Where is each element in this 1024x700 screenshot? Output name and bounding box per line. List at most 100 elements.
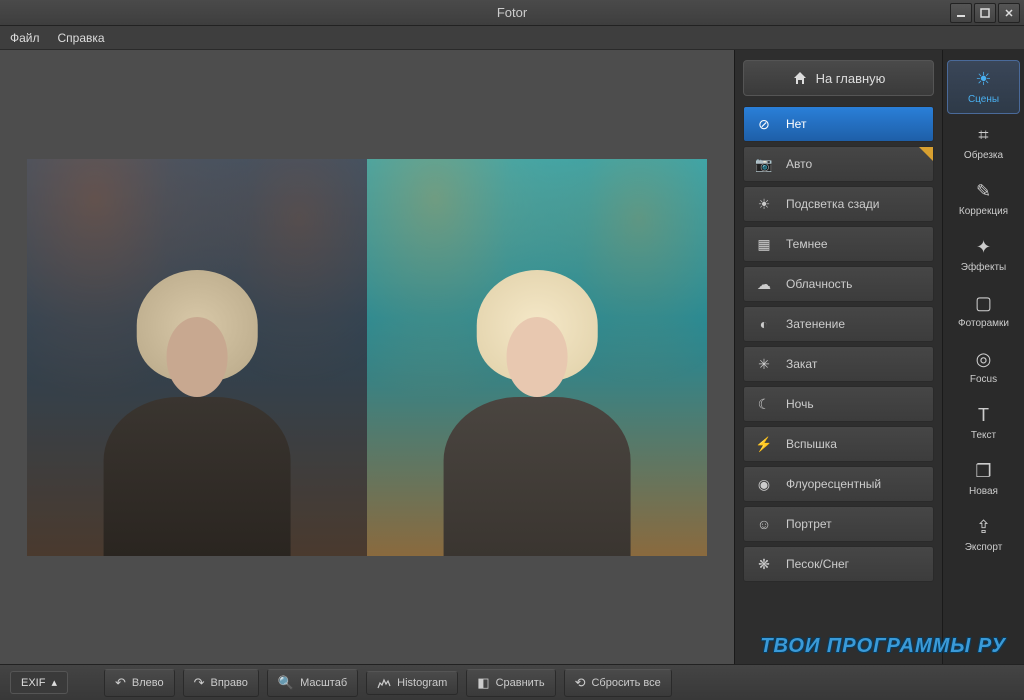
exif-label: EXIF [21, 677, 45, 689]
scene-icon: ☀ [754, 194, 774, 214]
scene-item[interactable]: ❋ Песок/Снег [743, 546, 934, 582]
tool-tab[interactable]: ▢ Фоторамки [947, 284, 1020, 338]
home-button-label: На главную [816, 71, 886, 86]
reset-label: Сбросить все [591, 677, 660, 689]
reset-button[interactable]: ⟲ Сбросить все [564, 669, 672, 697]
scene-icon: ⊘ [754, 114, 774, 134]
scene-label: Затенение [786, 317, 845, 331]
scene-icon: ⚡ [754, 434, 774, 454]
tool-tab[interactable]: ✦Эффекты [947, 228, 1020, 282]
scene-item[interactable]: ▦Темнее [743, 226, 934, 262]
tool-tab[interactable]: ❐Новая [947, 452, 1020, 506]
tool-label: Фоторамки [958, 318, 1009, 329]
scene-label: Вспышка [786, 437, 837, 451]
main-area: На главную ⊘ Нет 📷 Авто ☀Подсветка сзади ▦Тем… [0, 50, 1024, 664]
scene-item[interactable]: ☺ Портрет [743, 506, 934, 542]
tool-label: Эффекты [961, 262, 1006, 273]
tool-label: Коррекция [959, 206, 1008, 217]
menubar: Файл Справка [0, 26, 1024, 50]
tool-tab[interactable]: ⇪ Экспорт [947, 508, 1020, 562]
scene-icon: ☺ [754, 514, 774, 534]
close-button[interactable] [998, 3, 1020, 23]
minimize-button[interactable] [950, 3, 972, 23]
scene-label: Нет [786, 117, 806, 131]
tool-icon: ☀ [975, 69, 991, 90]
zoom-label: Масштаб [300, 677, 347, 689]
scene-label: Облачность [786, 277, 852, 291]
bottom-toolbar: EXIF ▴ ↶ Влево ↷ Вправо 🔍 Масштаб Histogram… [0, 664, 1024, 700]
exif-button[interactable]: EXIF ▴ [10, 671, 68, 694]
scene-icon: ◐ [754, 314, 774, 334]
tool-icon: ▢ [975, 293, 992, 314]
app-title: Fotor [497, 5, 527, 20]
chevron-up-icon: ▴ [51, 676, 57, 689]
zoom-button[interactable]: 🔍 Масштаб [267, 669, 358, 697]
scene-item[interactable]: ⊘ Нет [743, 106, 934, 142]
tool-label: Focus [970, 374, 997, 385]
rotate-right-button[interactable]: ↷ Вправо [183, 669, 259, 697]
titlebar: Fotor [0, 0, 1024, 26]
scene-item[interactable]: ✳ Закат [743, 346, 934, 382]
rotate-left-button[interactable]: ↶ Влево [104, 669, 175, 697]
tool-icon: ⌗ [978, 125, 988, 146]
scene-item[interactable]: ☀Подсветка сзади [743, 186, 934, 222]
compare-label: Сравнить [496, 677, 545, 689]
tool-tab[interactable]: ✎ Коррекция [947, 172, 1020, 226]
menu-help[interactable]: Справка [58, 31, 105, 45]
scene-icon: ☾ [754, 394, 774, 414]
scene-item[interactable]: ☾ Ночь [743, 386, 934, 422]
tool-tab[interactable]: ☀ Сцены [947, 60, 1020, 114]
scene-icon: ◉ [754, 474, 774, 494]
scene-icon: ✳ [754, 354, 774, 374]
scene-icon: 📷 [754, 154, 774, 174]
home-button[interactable]: На главную [743, 60, 934, 96]
canvas-area [0, 50, 734, 664]
scene-label: Ночь [786, 397, 814, 411]
tool-icon: ⇪ [976, 517, 991, 538]
tool-tab[interactable]: ◎ Focus [947, 340, 1020, 394]
tool-icon: T [978, 405, 989, 426]
histogram-label: Histogram [397, 677, 447, 689]
menu-file[interactable]: Файл [10, 31, 40, 45]
rotate-right-icon: ↷ [194, 675, 205, 691]
tool-tab[interactable]: ⌗ Обрезка [947, 116, 1020, 170]
scene-label: Закат [786, 357, 817, 371]
tool-icon: ✎ [976, 181, 991, 202]
window-controls [950, 3, 1020, 23]
scene-label: Песок/Снег [786, 557, 849, 571]
scene-item[interactable]: ⚡ Вспышка [743, 426, 934, 462]
rotate-right-label: Вправо [211, 677, 248, 689]
zoom-icon: 🔍 [278, 675, 294, 691]
scene-icon: ☁ [754, 274, 774, 294]
rotate-left-icon: ↶ [115, 675, 126, 691]
scene-icon: ❋ [754, 554, 774, 574]
image-before [27, 159, 367, 556]
scene-item[interactable]: ◐ Затенение [743, 306, 934, 342]
maximize-button[interactable] [974, 3, 996, 23]
histogram-icon [377, 677, 391, 689]
compare-icon: ◧ [477, 675, 489, 691]
tool-label: Сцены [968, 94, 999, 105]
tool-label: Экспорт [965, 542, 1003, 553]
scene-label: Темнее [786, 237, 828, 251]
scene-label: Авто [786, 157, 812, 171]
rotate-left-label: Влево [132, 677, 164, 689]
image-compare [27, 159, 707, 556]
home-icon [792, 70, 808, 86]
tool-icon: ◎ [976, 349, 992, 370]
scene-item[interactable]: 📷 Авто [743, 146, 934, 182]
image-after [367, 159, 707, 556]
tool-icon: ❐ [975, 461, 991, 482]
tool-label: Текст [971, 430, 996, 441]
scene-item[interactable]: ◉ Флуоресцентный [743, 466, 934, 502]
scene-label: Портрет [786, 517, 832, 531]
scene-item[interactable]: ☁ Облачность [743, 266, 934, 302]
tool-tab[interactable]: T Текст [947, 396, 1020, 450]
tool-label: Обрезка [964, 150, 1003, 161]
scene-label: Флуоресцентный [786, 477, 881, 491]
tool-tabs: ☀ Сцены ⌗ Обрезка ✎ Коррекция ✦Эффекты ▢ Фоторам… [942, 50, 1024, 664]
histogram-button[interactable]: Histogram [366, 671, 458, 695]
reset-icon: ⟲ [575, 675, 586, 691]
scene-list: На главную ⊘ Нет 📷 Авто ☀Подсветка сзади ▦Тем… [735, 50, 942, 664]
compare-button[interactable]: ◧ Сравнить [466, 669, 555, 697]
